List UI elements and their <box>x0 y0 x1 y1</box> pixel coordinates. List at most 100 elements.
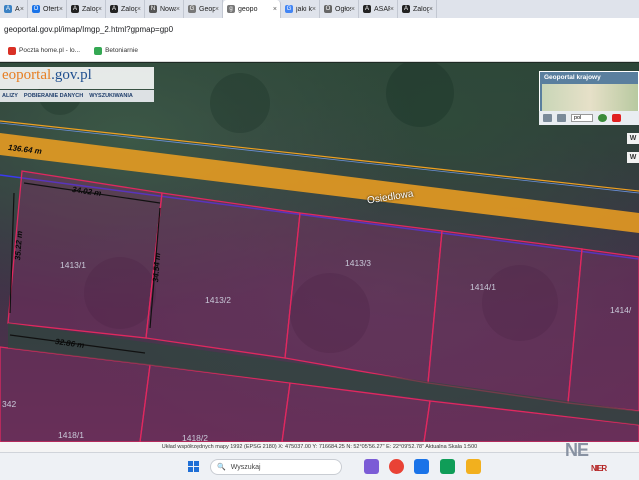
logo-text: NE <box>565 440 589 460</box>
bookmark-betoniarnie[interactable]: Betoniarnie <box>94 46 138 55</box>
close-icon[interactable]: × <box>98 6 102 13</box>
minimap-title: Geoportal krajowy <box>544 74 601 81</box>
browser-tab[interactable]: AZalogi× <box>106 0 145 18</box>
parcel-1413-2[interactable] <box>145 192 301 359</box>
taskbar-app-icon[interactable] <box>364 459 379 474</box>
windows-taskbar: 🔍 Wyszukaj <box>0 452 639 480</box>
parcel-1413-3[interactable] <box>284 212 443 384</box>
menu-item-wyszukiwania[interactable]: WYSZUKIWANIA <box>89 93 133 99</box>
parcel-1413-1[interactable] <box>7 170 163 339</box>
tab-label: Zalogi <box>413 5 429 13</box>
plot-number: 1413/1 <box>60 260 86 270</box>
tab-label: Ogłos <box>335 5 351 13</box>
geoportal-logo[interactable]: eoportal.gov.pl <box>0 67 154 89</box>
tab-favicon: A <box>71 5 79 13</box>
tab-favicon: N <box>149 5 157 13</box>
address-bar[interactable]: geoportal.gov.pl/imap/Imgp_2.html?gpmap=… <box>0 18 639 40</box>
plot-number: 342 <box>2 399 17 409</box>
tab-favicon: g <box>227 5 235 13</box>
windows-start-icon[interactable] <box>188 461 200 473</box>
map-status-bar: Układ współrzędnych mapy 1992 (EPSG 2180… <box>0 442 639 452</box>
taskbar-app-icon[interactable] <box>414 459 429 474</box>
plot-number: 1414/ <box>610 305 632 315</box>
logo-subtext: NIER <box>591 464 607 473</box>
search-icon: 🔍 <box>217 464 226 471</box>
tab-favicon: A <box>110 5 118 13</box>
browser-tab[interactable]: AZalogi× <box>398 0 437 18</box>
tab-favicon: O <box>32 5 40 13</box>
browser-tab[interactable]: OOferta× <box>28 0 67 18</box>
taskbar-app-icon[interactable] <box>389 459 404 474</box>
plot-number: 1418/1 <box>58 430 84 440</box>
browser-tab[interactable]: g geopo × <box>223 0 281 18</box>
tab-favicon: G <box>285 5 293 13</box>
brand-domain: .gov.pl <box>51 67 92 83</box>
coordinates-text: Układ współrzędnych mapy 1992 (EPSG 2180… <box>161 444 478 450</box>
plus-icon <box>94 46 103 55</box>
plot-number: 1418/2 <box>182 433 208 442</box>
tab-label: Geopo <box>199 5 215 13</box>
close-icon[interactable]: × <box>351 6 355 13</box>
tab-favicon: G <box>188 5 196 13</box>
minimap-image[interactable] <box>542 84 638 112</box>
brand-text: eoportal <box>2 67 52 83</box>
search-placeholder: Wyszukaj <box>230 463 261 471</box>
tab-favicon: A <box>363 5 371 13</box>
close-icon[interactable]: × <box>390 6 394 13</box>
browser-tab[interactable]: NNowa× <box>145 0 184 18</box>
menu-item-analizy[interactable]: ALIZY <box>2 93 18 99</box>
close-icon[interactable]: × <box>59 6 63 13</box>
parcel-1414-1[interactable] <box>427 230 583 404</box>
bookmarks-bar: Poczta home.pl - lo... Betoniarnie <box>0 40 639 62</box>
side-button-2[interactable]: W <box>627 152 639 163</box>
browser-tab[interactable]: OOgłos× <box>320 0 359 18</box>
taskbar-search[interactable]: 🔍 Wyszukaj <box>210 459 342 475</box>
close-icon[interactable]: × <box>20 6 24 13</box>
close-icon[interactable]: × <box>429 6 433 13</box>
close-icon[interactable]: × <box>176 6 180 13</box>
plot-number: 1414/1 <box>470 282 496 292</box>
globe-icon[interactable] <box>598 114 607 122</box>
browser-tab[interactable]: AZalogi× <box>67 0 106 18</box>
browser-tab[interactable]: AArcGIS× <box>0 0 28 18</box>
map-viewport[interactable]: eoportal.gov.pl ALIZY POBIERANIE DANYCH … <box>0 63 639 442</box>
geoportal-menu: ALIZY POBIERANIE DANYCH WYSZUKIWANIA <box>0 90 154 102</box>
side-button-1[interactable]: W <box>627 133 639 144</box>
language-select[interactable]: pol <box>571 114 593 122</box>
close-icon[interactable]: × <box>215 6 219 13</box>
tab-label: Oferta <box>43 5 59 13</box>
tab-label: jaki ko <box>296 5 312 13</box>
tab-favicon: A <box>4 5 12 13</box>
bookmark-label: Betoniarnie <box>105 47 138 54</box>
youtube-icon[interactable] <box>612 114 621 122</box>
plot-number: 1413/3 <box>345 258 371 268</box>
taskbar-app-icon[interactable] <box>466 459 481 474</box>
tab-label: geopo <box>238 5 258 13</box>
tab-label: Zalogi <box>82 5 98 13</box>
tab-label: Nowa <box>160 5 176 13</box>
tab-strip: AArcGIS×OOferta×AZalogi×AZalogi×NNowa×GG… <box>0 0 639 18</box>
browser-tab[interactable]: GGeopo× <box>184 0 223 18</box>
close-icon[interactable]: × <box>312 6 316 13</box>
tab-favicon: O <box>324 5 332 13</box>
menu-item-pobieranie[interactable]: POBIERANIE DANYCH <box>24 93 83 99</box>
browser-tab[interactable]: Gjaki ko× <box>281 0 320 18</box>
close-icon[interactable]: × <box>137 6 141 13</box>
tab-favicon: A <box>402 5 410 13</box>
url-text[interactable]: geoportal.gov.pl/imap/Imgp_2.html?gpmap=… <box>4 25 173 34</box>
bookmark-poczta[interactable]: Poczta home.pl - lo... <box>8 46 81 55</box>
grid-icon[interactable] <box>557 114 566 122</box>
taskbar-app-icon[interactable] <box>440 459 455 474</box>
overview-minimap[interactable]: Geoportal krajowy <box>539 71 639 113</box>
tab-label: ASARI <box>374 5 390 13</box>
agency-logo: NE NIER <box>565 440 607 473</box>
close-icon[interactable]: × <box>273 6 277 13</box>
bookmark-label: Poczta home.pl - lo... <box>19 47 81 54</box>
mail-icon <box>8 46 16 55</box>
browser-tab[interactable]: AASARI× <box>359 0 398 18</box>
tree-canopy <box>386 63 454 127</box>
plot-number: 1413/2 <box>205 295 231 305</box>
tree-canopy <box>210 73 270 133</box>
print-icon[interactable] <box>543 114 552 122</box>
map-toolbar: pol <box>539 111 639 125</box>
